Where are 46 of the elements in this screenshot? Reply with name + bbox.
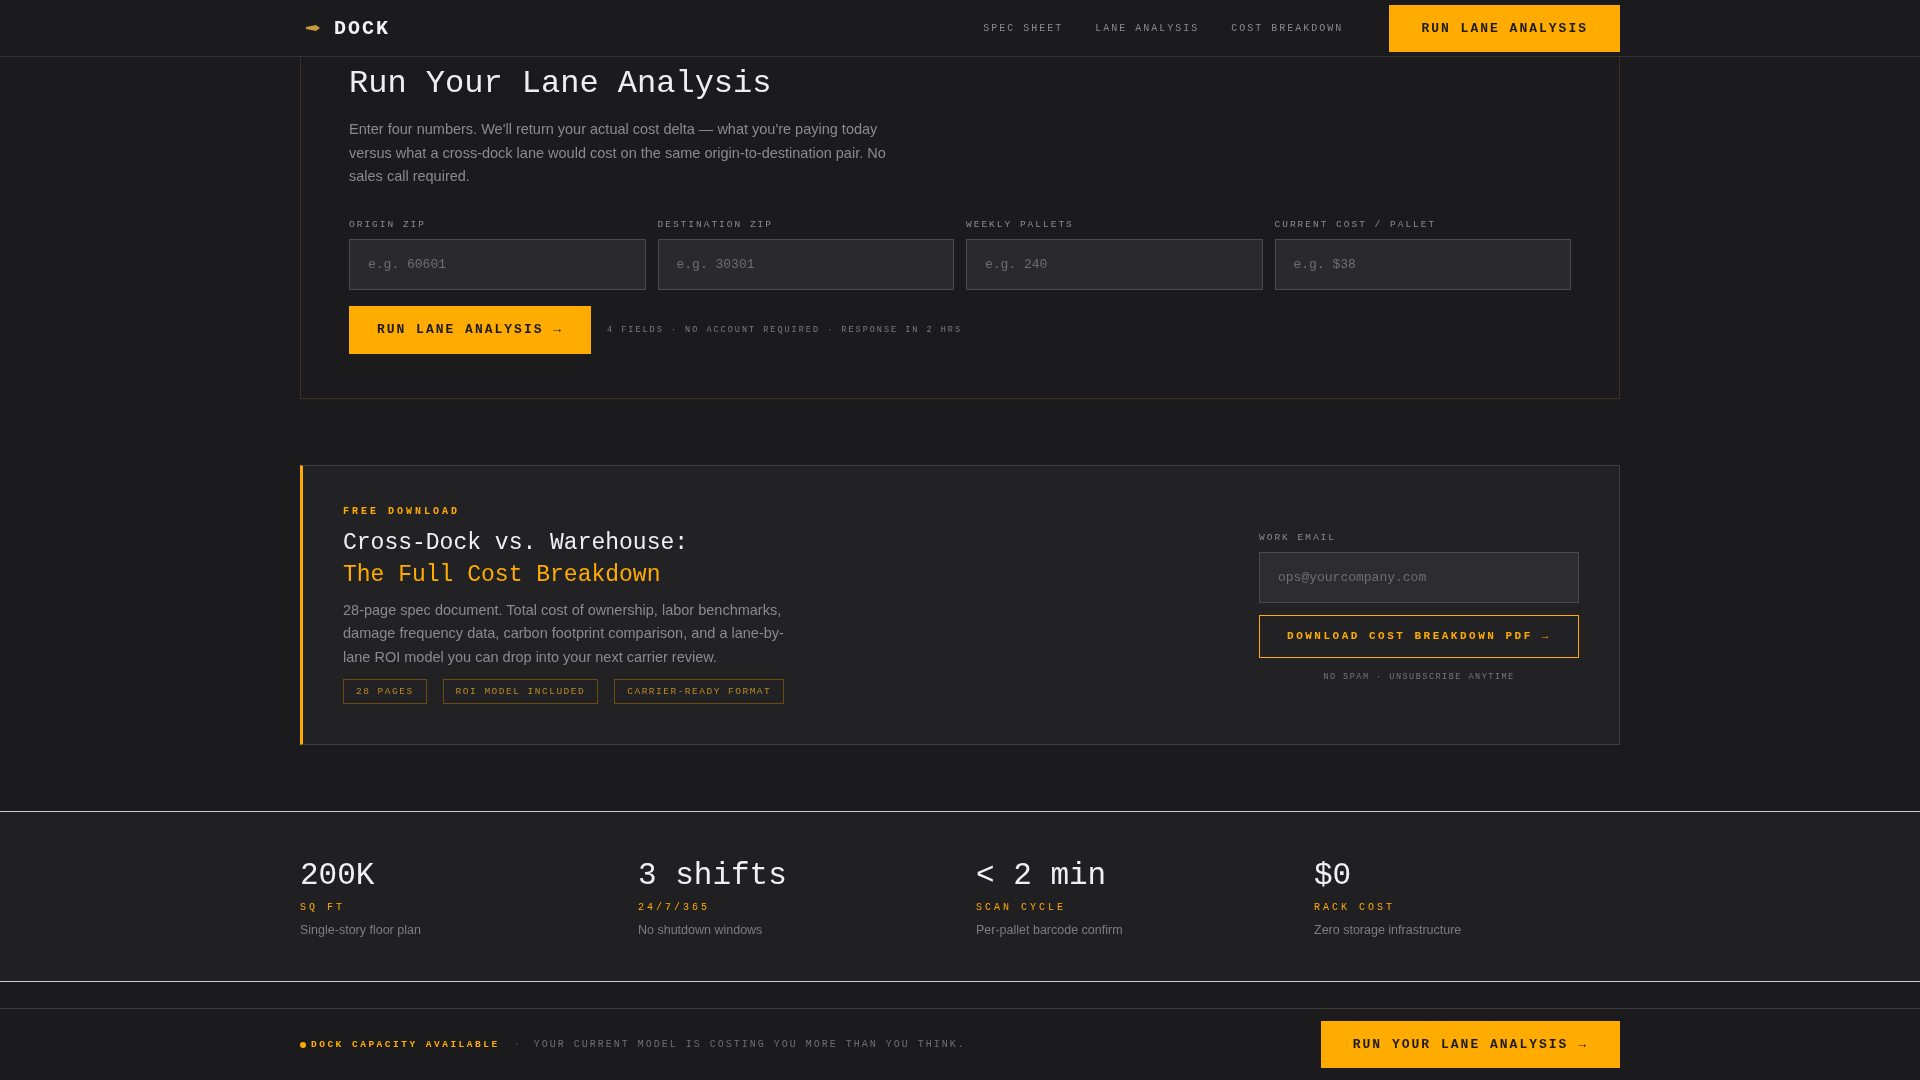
- run-analysis-button[interactable]: RUN LANE ANALYSIS: [1389, 4, 1620, 52]
- nav-link[interactable]: SPEC SHEET: [983, 22, 1064, 34]
- download-button[interactable]: DOWNLOAD COST BREAKDOWN PDF →: [1259, 614, 1579, 658]
- stat-detail: Zero storage infrastructure: [1314, 923, 1463, 937]
- input-field[interactable]: e.g. 60601: [349, 238, 646, 290]
- stat-label: SQ FT: [300, 902, 346, 913]
- dock-logo-icon: [306, 24, 320, 32]
- stat-value: 200K: [300, 858, 376, 894]
- run-analysis-button[interactable]: RUN YOUR LANE ANALYSIS →: [1320, 1021, 1620, 1068]
- email-field[interactable]: ops@yourcompany.com: [1259, 551, 1579, 603]
- input-field[interactable]: e.g. 240: [966, 238, 1263, 290]
- section-title: Run Your Lane Analysis: [349, 64, 773, 104]
- footer-message: YOUR CURRENT MODEL IS COSTING YOU MORE THAN YOU THINK.: [533, 1039, 966, 1050]
- download-description: 28-page spec document. Total cost of ownership, labor benchmarks, damage frequency data, carbon footprint comparison, and a lane-by-lane ROI model you can drop into your next carrier review.: [343, 600, 785, 667]
- field-label: ORIGIN ZIP: [349, 218, 427, 230]
- eyebrow-label: FREE DOWNLOAD: [343, 505, 461, 517]
- form-note: 4 FIELDS · NO ACCOUNT REQUIRED · RESPONSE IN 2 HRS: [607, 324, 963, 335]
- feature-tag: 28 PAGES: [343, 679, 427, 704]
- section-description: Enter four numbers. We'll return your actual cost delta — what you're paying today versus what a cross-dock lane would cost on the same origin-to-destination pair. No sales call required.: [349, 120, 887, 186]
- download-title: Cross-Dock vs. Warehouse:: [343, 528, 690, 558]
- download-subtitle: The Full Cost Breakdown: [343, 560, 662, 590]
- input-field[interactable]: e.g. 30301: [657, 238, 954, 290]
- run-analysis-button[interactable]: RUN LANE ANALYSIS →: [349, 305, 591, 354]
- field-label: DESTINATION ZIP: [657, 218, 774, 230]
- stat-label: SCAN CYCLE: [976, 902, 1067, 913]
- stat-detail: Per-pallet barcode confirm: [976, 923, 1124, 937]
- feature-tag: CARRIER-READY FORMAT: [614, 679, 785, 704]
- stat-label: 24/7/365: [638, 902, 711, 913]
- stat-detail: No shutdown windows: [638, 923, 764, 937]
- stat-label: RACK COST: [1314, 902, 1396, 913]
- status-text: DOCK CAPACITY AVAILABLE: [311, 1039, 500, 1050]
- input-field[interactable]: e.g. $38: [1274, 238, 1571, 290]
- separator: ·: [513, 1039, 520, 1050]
- field-label: WORK EMAIL: [1259, 531, 1337, 543]
- stat-value: $0: [1314, 858, 1353, 894]
- stat-detail: Single-story floor plan: [300, 923, 422, 937]
- stat-value: 3 shifts: [638, 858, 788, 894]
- field-label: WEEKLY PALLETS: [966, 218, 1075, 230]
- status-dot-icon: [300, 1041, 306, 1048]
- stat-value: < 2 min: [976, 858, 1108, 894]
- nav-link[interactable]: LANE ANALYSIS: [1095, 22, 1200, 34]
- privacy-note: NO SPAM · UNSUBSCRIBE ANYTIME: [1322, 671, 1516, 682]
- feature-tag: ROI MODEL INCLUDED: [442, 679, 599, 704]
- brand-name: DOCK: [334, 16, 390, 40]
- nav-link[interactable]: COST BREAKDOWN: [1231, 22, 1344, 34]
- field-label: CURRENT COST / PALLET: [1274, 218, 1438, 230]
